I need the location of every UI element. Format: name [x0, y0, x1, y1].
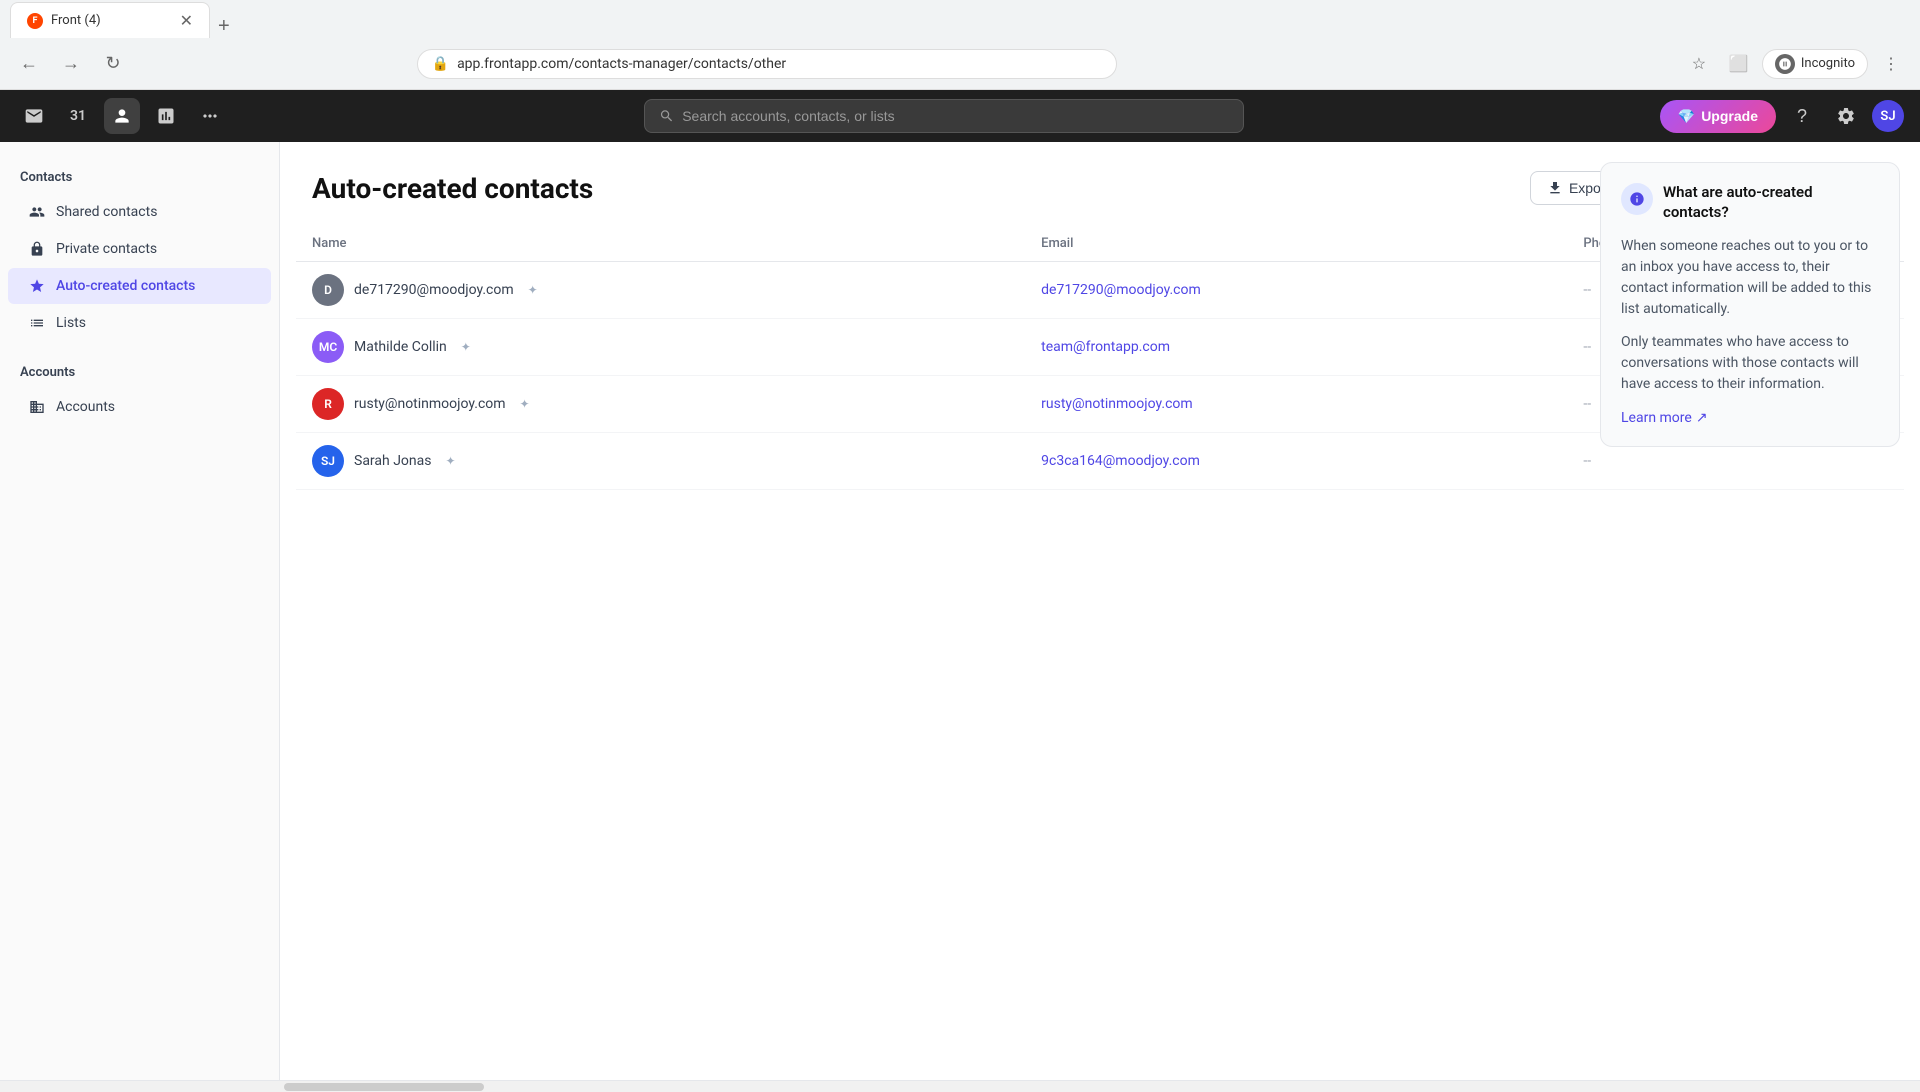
bottom-scrollbar[interactable]	[0, 1080, 1920, 1092]
sidebar-item-shared-contacts[interactable]: Shared contacts	[8, 194, 271, 230]
col-email: Email	[1025, 226, 1567, 262]
contacts-section-title: Contacts	[0, 162, 279, 193]
lists-icon	[28, 314, 46, 332]
nav-contacts-icon[interactable]	[104, 98, 140, 134]
shared-contacts-label: Shared contacts	[56, 204, 157, 220]
url-text: app.frontapp.com/contacts-manager/contac…	[457, 56, 786, 72]
contact-avatar: D	[312, 274, 344, 306]
contact-avatar: R	[312, 388, 344, 420]
contact-email-cell: 9c3ca164@moodjoy.com	[1025, 433, 1567, 490]
phone-value: --	[1583, 453, 1591, 469]
sidebar: Contacts Shared contacts Private contact…	[0, 142, 280, 1080]
phone-value: --	[1583, 339, 1591, 355]
nav-messages-icon[interactable]	[16, 98, 52, 134]
address-bar[interactable]: 🔒 app.frontapp.com/contacts-manager/cont…	[417, 49, 1117, 79]
incognito-button[interactable]: Incognito	[1762, 49, 1868, 79]
spark-icon: ✦	[520, 397, 530, 411]
lock-icon: 🔒	[432, 56, 449, 72]
email-link[interactable]: team@frontapp.com	[1041, 339, 1170, 355]
back-button[interactable]: ←	[12, 47, 46, 81]
contact-avatar: SJ	[312, 445, 344, 477]
tab-favicon: F	[27, 13, 43, 29]
contact-name: Mathilde Collin	[354, 339, 447, 355]
page-title: Auto-created contacts	[312, 172, 593, 205]
contact-name-cell: SJ Sarah Jonas ✦	[296, 433, 1025, 490]
info-panel-header: What are auto-created contacts?	[1621, 183, 1879, 222]
private-contacts-icon	[28, 240, 46, 258]
lists-label: Lists	[56, 315, 86, 331]
header-right: 💎 Upgrade ? SJ	[1660, 98, 1904, 134]
nav-more-icon[interactable]	[192, 98, 228, 134]
sidebar-item-lists[interactable]: Lists	[8, 305, 271, 341]
contact-name-cell: MC Mathilde Collin ✦	[296, 319, 1025, 376]
accounts-section-title: Accounts	[0, 357, 279, 388]
avatar[interactable]: SJ	[1872, 100, 1904, 132]
contacts-section: Contacts Shared contacts Private contact…	[0, 162, 279, 341]
app-search-bar[interactable]	[644, 99, 1244, 133]
spark-icon: ✦	[445, 454, 455, 468]
contact-name: Sarah Jonas	[354, 453, 431, 469]
contact-name-cell: R rusty@notinmoojoy.com ✦	[296, 376, 1025, 433]
tab-title: Front (4)	[51, 13, 101, 28]
learn-more-label: Learn more	[1621, 410, 1692, 426]
reload-button[interactable]: ↻	[96, 47, 130, 81]
browser-toolbar: ← → ↻ 🔒 app.frontapp.com/contacts-manage…	[0, 38, 1920, 90]
incognito-icon	[1775, 54, 1795, 74]
email-link[interactable]: rusty@notinmoojoy.com	[1041, 396, 1193, 412]
new-tab-button[interactable]: +	[210, 15, 238, 38]
sidebar-item-private-contacts[interactable]: Private contacts	[8, 231, 271, 267]
contact-name: de717290@moodjoy.com	[354, 282, 514, 298]
sidebar-item-accounts[interactable]: Accounts	[8, 389, 271, 425]
accounts-section: Accounts Accounts	[0, 357, 279, 425]
external-link-icon: ↗	[1696, 410, 1708, 426]
learn-more-link[interactable]: Learn more ↗	[1621, 410, 1708, 426]
info-panel-title: What are auto-created contacts?	[1663, 183, 1879, 222]
email-link[interactable]: 9c3ca164@moodjoy.com	[1041, 453, 1200, 469]
phone-value: --	[1583, 282, 1591, 298]
auto-created-contacts-icon	[28, 277, 46, 295]
browser-sidebar-button[interactable]: ⬜	[1722, 47, 1756, 81]
browser-actions: ☆ ⬜ Incognito ⋮	[1682, 47, 1908, 81]
contact-name-cell: D de717290@moodjoy.com ✦	[296, 262, 1025, 319]
private-contacts-label: Private contacts	[56, 241, 157, 257]
phone-value: --	[1583, 396, 1591, 412]
incognito-label: Incognito	[1801, 56, 1855, 71]
scrollbar-thumb[interactable]	[284, 1083, 484, 1091]
browser-more-button[interactable]: ⋮	[1874, 47, 1908, 81]
email-link[interactable]: de717290@moodjoy.com	[1041, 282, 1201, 298]
tab-close-button[interactable]: ✕	[180, 11, 193, 30]
accounts-label: Accounts	[56, 399, 115, 415]
contact-email-cell: rusty@notinmoojoy.com	[1025, 376, 1567, 433]
bookmark-button[interactable]: ☆	[1682, 47, 1716, 81]
auto-created-contacts-label: Auto-created contacts	[56, 278, 195, 294]
upgrade-button[interactable]: 💎 Upgrade	[1660, 100, 1776, 133]
spark-icon: ✦	[461, 340, 471, 354]
accounts-icon	[28, 398, 46, 416]
help-button[interactable]: ?	[1784, 98, 1820, 134]
app-header: 31 💎 Upgrade ? SJ	[0, 90, 1920, 142]
contact-name: rusty@notinmoojoy.com	[354, 396, 506, 412]
contact-email-cell: de717290@moodjoy.com	[1025, 262, 1567, 319]
settings-button[interactable]	[1828, 98, 1864, 134]
info-panel-icon	[1621, 183, 1653, 215]
search-input[interactable]	[682, 108, 1229, 124]
forward-button[interactable]: →	[54, 47, 88, 81]
col-name: Name	[296, 226, 1025, 262]
nav-calendar-icon[interactable]: 31	[60, 98, 96, 134]
main-content: Auto-created contacts Export Create Impo…	[280, 142, 1920, 1080]
nav-analytics-icon[interactable]	[148, 98, 184, 134]
info-panel-body2: Only teammates who have access to conver…	[1621, 332, 1879, 395]
shared-contacts-icon	[28, 203, 46, 221]
app-body: Contacts Shared contacts Private contact…	[0, 142, 1920, 1080]
contact-email-cell: team@frontapp.com	[1025, 319, 1567, 376]
upgrade-label: Upgrade	[1701, 108, 1758, 124]
spark-icon: ✦	[528, 283, 538, 297]
upgrade-icon: 💎	[1678, 108, 1695, 125]
info-panel-body1: When someone reaches out to you or to an…	[1621, 236, 1879, 320]
sidebar-item-auto-created-contacts[interactable]: Auto-created contacts	[8, 268, 271, 304]
contact-avatar: MC	[312, 331, 344, 363]
info-panel: What are auto-created contacts? When som…	[1600, 162, 1900, 447]
browser-tab[interactable]: F Front (4) ✕	[10, 2, 210, 38]
